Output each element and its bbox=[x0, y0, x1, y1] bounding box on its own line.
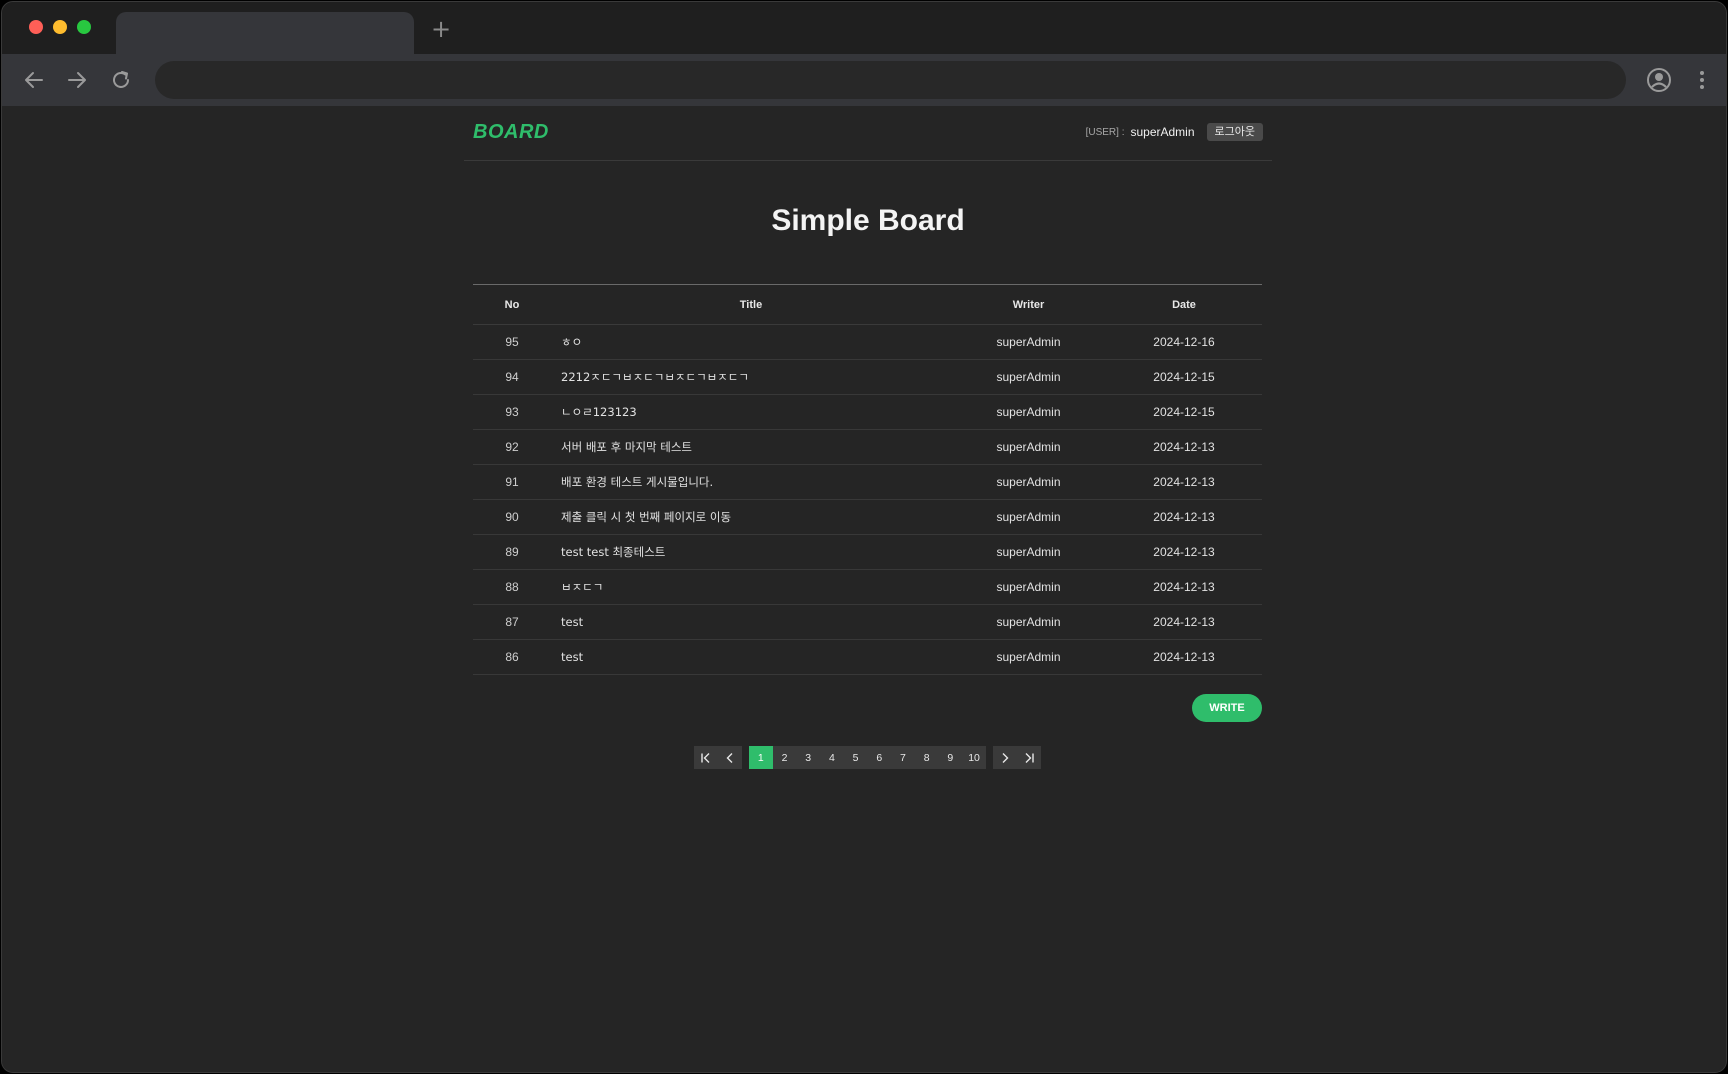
post-date: 2024-12-13 bbox=[1106, 464, 1262, 500]
browser-tab[interactable] bbox=[116, 12, 414, 54]
new-tab-button[interactable]: + bbox=[430, 17, 452, 41]
tab-strip: + bbox=[2, 2, 1726, 54]
pagination: 1 2 3 4 5 6 7 8 9 10 bbox=[694, 746, 1041, 769]
post-number: 87 bbox=[473, 604, 551, 640]
post-title-link[interactable]: test bbox=[551, 639, 951, 675]
table-row[interactable]: 90 제출 클릭 시 첫 번째 페이지로 이동 superAdmin 2024-12-… bbox=[473, 499, 1262, 535]
post-writer: superAdmin bbox=[951, 464, 1106, 500]
board-table: No Title Writer Date 95 ㅎㅇ superAdmin 2024-… bbox=[473, 284, 1262, 675]
table-row[interactable]: 88 ㅂㅈㄷㄱ superAdmin 2024-12-13 bbox=[473, 569, 1262, 605]
post-date: 2024-12-16 bbox=[1106, 324, 1262, 360]
post-number: 95 bbox=[473, 324, 551, 360]
prev-page-icon[interactable] bbox=[718, 746, 742, 769]
more-menu-icon[interactable] bbox=[1692, 68, 1712, 92]
post-title-link[interactable]: ㅎㅇ bbox=[551, 324, 951, 360]
page-number-8[interactable]: 8 bbox=[915, 746, 939, 769]
browser-window: + BOARD [USER] : superAdmin 로그아웃 Simple … bbox=[1, 1, 1727, 1073]
board-rows: 95 ㅎㅇ superAdmin 2024-12-16 94 2212ㅈㄷㄱㅂㅈㄷㄱㅂㅈㄷ… bbox=[473, 324, 1262, 675]
post-number: 94 bbox=[473, 359, 551, 395]
post-date: 2024-12-13 bbox=[1106, 639, 1262, 675]
post-number: 86 bbox=[473, 639, 551, 675]
page-viewport: BOARD [USER] : superAdmin 로그아웃 Simple Bo… bbox=[2, 106, 1726, 1072]
post-writer: superAdmin bbox=[951, 499, 1106, 535]
table-row[interactable]: 86 test superAdmin 2024-12-13 bbox=[473, 639, 1262, 675]
page-number-6[interactable]: 6 bbox=[867, 746, 891, 769]
column-header-title: Title bbox=[551, 284, 951, 325]
page-title: Simple Board bbox=[771, 204, 965, 237]
post-title-link[interactable]: 서버 배포 후 마지막 테스트 bbox=[551, 429, 951, 465]
post-writer: superAdmin bbox=[951, 569, 1106, 605]
post-title-link[interactable]: 배포 환경 테스트 게시물입니다. bbox=[551, 464, 951, 500]
post-writer: superAdmin bbox=[951, 359, 1106, 395]
browser-toolbar bbox=[2, 54, 1726, 106]
last-page-icon[interactable] bbox=[1017, 746, 1041, 769]
table-row[interactable]: 95 ㅎㅇ superAdmin 2024-12-16 bbox=[473, 324, 1262, 360]
page-number-5[interactable]: 5 bbox=[844, 746, 868, 769]
post-title-link[interactable]: test test 최종테스트 bbox=[551, 534, 951, 570]
page-container: BOARD [USER] : superAdmin 로그아웃 Simple Bo… bbox=[464, 106, 1272, 769]
page-number-4[interactable]: 4 bbox=[820, 746, 844, 769]
site-logo[interactable]: BOARD bbox=[473, 121, 549, 144]
post-date: 2024-12-13 bbox=[1106, 604, 1262, 640]
table-row[interactable]: 93 ㄴㅇㄹ123123 superAdmin 2024-12-15 bbox=[473, 394, 1262, 430]
pagination-next-group bbox=[992, 746, 1041, 769]
post-date: 2024-12-15 bbox=[1106, 394, 1262, 430]
post-number: 88 bbox=[473, 569, 551, 605]
post-writer: superAdmin bbox=[951, 394, 1106, 430]
post-number: 89 bbox=[473, 534, 551, 570]
post-writer: superAdmin bbox=[951, 429, 1106, 465]
reload-icon[interactable] bbox=[108, 67, 134, 93]
post-writer: superAdmin bbox=[951, 534, 1106, 570]
column-header-date: Date bbox=[1106, 284, 1262, 325]
post-writer: superAdmin bbox=[951, 324, 1106, 360]
table-row[interactable]: 91 배포 환경 테스트 게시물입니다. superAdmin 2024-12-13 bbox=[473, 464, 1262, 500]
page-number-10[interactable]: 10 bbox=[962, 746, 986, 769]
minimize-window-button[interactable] bbox=[53, 20, 67, 34]
next-page-icon[interactable] bbox=[993, 746, 1017, 769]
pagination-prev-group bbox=[694, 746, 742, 769]
page-number-2[interactable]: 2 bbox=[773, 746, 797, 769]
post-title-link[interactable]: ㄴㅇㄹ123123 bbox=[551, 394, 951, 430]
column-header-no: No bbox=[473, 284, 551, 325]
post-number: 92 bbox=[473, 429, 551, 465]
post-writer: superAdmin bbox=[951, 604, 1106, 640]
user-name: superAdmin bbox=[1130, 125, 1195, 139]
post-date: 2024-12-15 bbox=[1106, 359, 1262, 395]
post-title-link[interactable]: test bbox=[551, 604, 951, 640]
post-number: 93 bbox=[473, 394, 551, 430]
page-number-1[interactable]: 1 bbox=[749, 746, 773, 769]
write-button[interactable]: WRITE bbox=[1192, 694, 1262, 722]
pagination-pages: 1 2 3 4 5 6 7 8 9 10 bbox=[749, 746, 986, 769]
post-title-link[interactable]: 2212ㅈㄷㄱㅂㅈㄷㄱㅂㅈㄷㄱㅂㅈㄷㄱ bbox=[551, 359, 951, 395]
close-window-button[interactable] bbox=[29, 20, 43, 34]
table-row[interactable]: 87 test superAdmin 2024-12-13 bbox=[473, 604, 1262, 640]
post-date: 2024-12-13 bbox=[1106, 499, 1262, 535]
user-info: [USER] : superAdmin 로그아웃 bbox=[1086, 123, 1263, 141]
post-writer: superAdmin bbox=[951, 639, 1106, 675]
back-arrow-icon[interactable] bbox=[21, 67, 47, 93]
maximize-window-button[interactable] bbox=[77, 20, 91, 34]
table-row[interactable]: 89 test test 최종테스트 superAdmin 2024-12-13 bbox=[473, 534, 1262, 570]
page-number-7[interactable]: 7 bbox=[891, 746, 915, 769]
first-page-icon[interactable] bbox=[694, 746, 718, 769]
post-date: 2024-12-13 bbox=[1106, 534, 1262, 570]
table-row[interactable]: 92 서버 배포 후 마지막 테스트 superAdmin 2024-12-13 bbox=[473, 429, 1262, 465]
post-title-link[interactable]: ㅂㅈㄷㄱ bbox=[551, 569, 951, 605]
address-bar[interactable] bbox=[155, 61, 1626, 99]
user-label: [USER] : bbox=[1085, 126, 1125, 138]
post-number: 90 bbox=[473, 499, 551, 535]
table-row[interactable]: 94 2212ㅈㄷㄱㅂㅈㄷㄱㅂㅈㄷㄱㅂㅈㄷㄱ superAdmin 2024-12-1… bbox=[473, 359, 1262, 395]
post-number: 91 bbox=[473, 464, 551, 500]
table-header-row: No Title Writer Date bbox=[473, 284, 1262, 325]
logout-button[interactable]: 로그아웃 bbox=[1206, 123, 1263, 141]
profile-icon[interactable] bbox=[1645, 66, 1673, 94]
forward-arrow-icon[interactable] bbox=[64, 67, 90, 93]
column-header-writer: Writer bbox=[951, 284, 1106, 325]
post-date: 2024-12-13 bbox=[1106, 569, 1262, 605]
page-number-9[interactable]: 9 bbox=[939, 746, 963, 769]
site-header: BOARD [USER] : superAdmin 로그아웃 bbox=[464, 106, 1272, 161]
post-date: 2024-12-13 bbox=[1106, 429, 1262, 465]
post-title-link[interactable]: 제출 클릭 시 첫 번째 페이지로 이동 bbox=[551, 499, 951, 535]
page-number-3[interactable]: 3 bbox=[796, 746, 820, 769]
